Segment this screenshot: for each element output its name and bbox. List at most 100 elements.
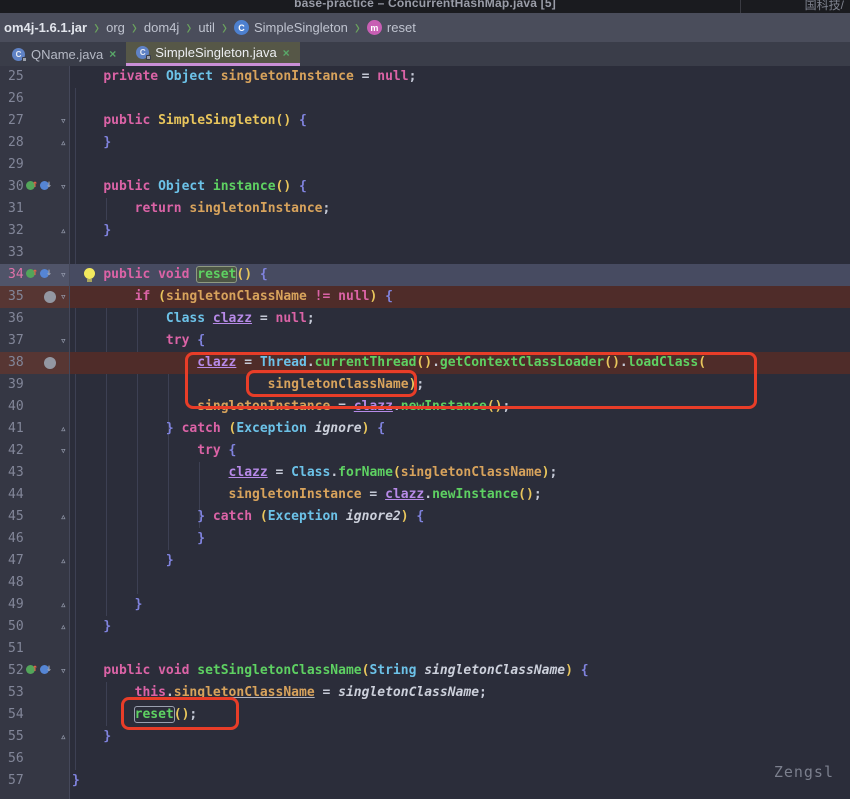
token: catch (182, 421, 221, 436)
fold-end-icon[interactable]: ▵ (60, 550, 67, 572)
code-line-37[interactable]: 37▿ try { (0, 330, 850, 352)
token: forName (338, 465, 393, 480)
fold-end-icon[interactable]: ▵ (60, 418, 67, 440)
breadcrumb-item-dom4j[interactable]: dom4j (144, 20, 179, 35)
token: ; (549, 465, 557, 480)
window-title: base-practice – ConcurrentHashMap.java [… (0, 0, 850, 10)
code-line-34[interactable]: 34↑↓▿ public void reset() { (0, 264, 850, 286)
fold-end-icon[interactable]: ▵ (60, 506, 67, 528)
breakpoint-icon[interactable] (44, 357, 56, 369)
code-line-43[interactable]: 43 clazz = Class.forName(singletonClassN… (0, 462, 850, 484)
token: = (362, 487, 385, 502)
token: catch (213, 509, 252, 524)
token: } (166, 421, 174, 436)
token: { (377, 421, 385, 436)
token: { (299, 179, 307, 194)
code-line-55[interactable]: 55▵ } (0, 726, 850, 748)
fold-collapse-icon[interactable]: ▿ (60, 440, 67, 462)
fold-collapse-icon[interactable]: ▿ (60, 660, 67, 682)
code-line-41[interactable]: 41▵ } catch (Exception ignore) { (0, 418, 850, 440)
token (291, 179, 299, 194)
titlebar-right-text: 国科技/ (805, 0, 844, 13)
token (221, 443, 229, 458)
fold-collapse-icon[interactable]: ▿ (60, 264, 67, 286)
code-text: } (72, 594, 142, 616)
breadcrumb-separator: › (132, 16, 137, 40)
fold-end-icon[interactable]: ▵ (60, 726, 67, 748)
token: if (135, 289, 151, 304)
token: { (385, 289, 393, 304)
code-line-56[interactable]: 56 (0, 748, 850, 770)
code-text: this.singletonClassName = singletonClass… (72, 682, 487, 704)
breadcrumb-label: org (106, 20, 125, 35)
fold-collapse-icon[interactable]: ▿ (60, 286, 67, 308)
code-text: singletonInstance = clazz.newInstance(); (72, 484, 542, 506)
tab-qname-java[interactable]: CQName.java× (2, 42, 126, 66)
token: () (487, 399, 503, 414)
token: SimpleSingleton (158, 113, 275, 128)
code-line-44[interactable]: 44 singletonInstance = clazz.newInstance… (0, 484, 850, 506)
token: private (103, 69, 158, 84)
tab-close-icon[interactable]: × (283, 46, 290, 60)
code-line-46[interactable]: 46 } (0, 528, 850, 550)
breadcrumb-item-reset[interactable]: mreset (367, 20, 416, 35)
line-number: 45 (8, 506, 24, 528)
breadcrumb-item-util[interactable]: util (198, 20, 215, 35)
token (150, 663, 158, 678)
token: getContextClassLoader (440, 355, 604, 370)
line-number: 26 (8, 88, 24, 110)
code-line-52[interactable]: 52↑↓▿ public void setSingletonClassName(… (0, 660, 850, 682)
fold-end-icon[interactable]: ▵ (60, 594, 67, 616)
code-line-36[interactable]: 36 Class clazz = null; (0, 308, 850, 330)
fold-end-icon[interactable]: ▵ (60, 132, 67, 154)
code-line-57[interactable]: 57} (0, 770, 850, 792)
fold-end-icon[interactable]: ▵ (60, 220, 67, 242)
code-line-39[interactable]: 39 singletonClassName); (0, 374, 850, 396)
code-line-40[interactable]: 40 singletonInstance = clazz.newInstance… (0, 396, 850, 418)
code-line-47[interactable]: 47▵ } (0, 550, 850, 572)
token: clazz (385, 487, 424, 502)
code-line-32[interactable]: 32▵ } (0, 220, 850, 242)
token: { (299, 113, 307, 128)
code-line-25[interactable]: 25 private Object singletonInstance = nu… (0, 66, 850, 88)
token: void (158, 267, 189, 282)
code-editor[interactable]: 25 private Object singletonInstance = nu… (0, 66, 850, 799)
code-line-51[interactable]: 51 (0, 638, 850, 660)
token: singletonClassName (424, 663, 565, 678)
code-line-54[interactable]: 54 reset(); (0, 704, 850, 726)
breakpoint-icon[interactable] (44, 291, 56, 303)
override-markers-icon[interactable]: ↑↓ (26, 664, 52, 674)
code-line-50[interactable]: 50▵ } (0, 616, 850, 638)
breadcrumb-item-om4j-1-6-1-jar[interactable]: om4j-1.6.1.jar (4, 20, 87, 35)
code-line-30[interactable]: 30↑↓▿ public Object instance() { (0, 176, 850, 198)
fold-collapse-icon[interactable]: ▿ (60, 330, 67, 352)
fold-collapse-icon[interactable]: ▿ (60, 110, 67, 132)
fold-end-icon[interactable]: ▵ (60, 616, 67, 638)
override-markers-icon[interactable]: ↑↓ (26, 180, 52, 190)
token: loadClass (628, 355, 698, 370)
code-line-45[interactable]: 45▵ } catch (Exception ignore2) { (0, 506, 850, 528)
code-line-42[interactable]: 42▿ try { (0, 440, 850, 462)
code-line-27[interactable]: 27▿ public SimpleSingleton() { (0, 110, 850, 132)
code-line-26[interactable]: 26 (0, 88, 850, 110)
code-text: singletonClassName); (72, 374, 424, 396)
code-line-49[interactable]: 49▵ } (0, 594, 850, 616)
code-line-33[interactable]: 33 (0, 242, 850, 264)
code-line-35[interactable]: 35▿ if (singletonClassName != null) { (0, 286, 850, 308)
code-line-48[interactable]: 48 (0, 572, 850, 594)
breadcrumb-item-simplesingleton[interactable]: CSimpleSingleton (234, 20, 348, 35)
code-line-28[interactable]: 28▵ } (0, 132, 850, 154)
line-number: 30 (8, 176, 24, 198)
breadcrumb-item-org[interactable]: org (106, 20, 125, 35)
code-line-53[interactable]: 53 this.singletonClassName = singletonCl… (0, 682, 850, 704)
override-markers-icon[interactable]: ↑↓ (26, 268, 52, 278)
code-line-31[interactable]: 31 return singletonInstance; (0, 198, 850, 220)
fold-collapse-icon[interactable]: ▿ (60, 176, 67, 198)
tab-close-icon[interactable]: × (109, 47, 116, 61)
line-number: 44 (8, 484, 24, 506)
code-line-38[interactable]: 38 clazz = Thread.currentThread().getCon… (0, 352, 850, 374)
code-line-29[interactable]: 29 (0, 154, 850, 176)
code-text: reset(); (72, 704, 197, 726)
tab-simplesingleton-java[interactable]: CSimpleSingleton.java× (126, 42, 299, 66)
token: setSingletonClassName (197, 663, 361, 678)
